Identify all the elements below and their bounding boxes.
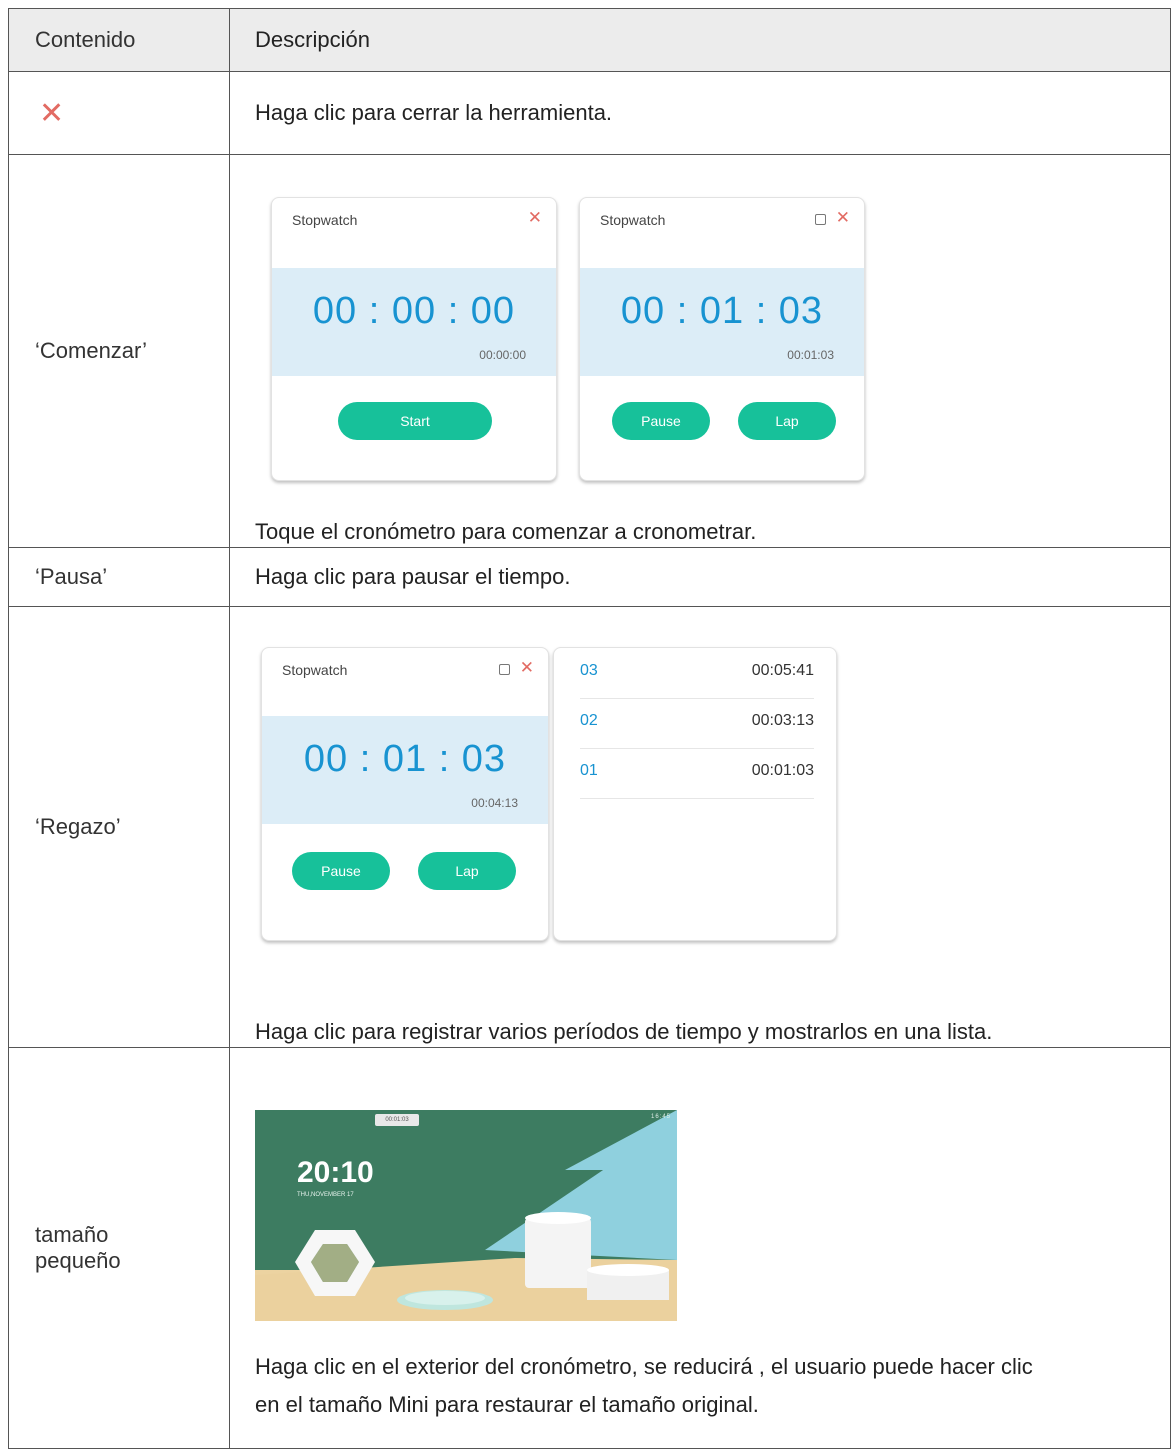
maximize-icon[interactable] (814, 213, 826, 225)
time-subdisplay: 00:00:00 (479, 348, 526, 362)
start-caption: Toque el cronómetro para comenzar a cron… (255, 519, 757, 544)
table-row: ‘Regazo’ Stopwatch ✕ 00 : 01 : 03 00:04:… (8, 606, 1171, 1048)
desktop-date: THU,NOVEMBER 17 (297, 1192, 354, 1198)
table-row: tamaño pequeño 00:01:03 16:45 20:10 THU,… (8, 1047, 1171, 1449)
lap-button[interactable]: Lap (738, 402, 836, 440)
mini-label: tamaño pequeño (8, 1047, 230, 1449)
mini-caption-line1: Haga clic en el exterior del cronómetro,… (255, 1354, 1033, 1379)
stopwatch-widget: Stopwatch ✕ 00 : 01 : 03 00:01:03 Pause … (579, 197, 865, 481)
lap-time: 00:03:13 (751, 712, 814, 729)
mini-caption-line2: en el tamaño Mini para restaurar el tama… (255, 1392, 759, 1417)
time-subdisplay: 00:01:03 (787, 348, 834, 362)
maximize-icon[interactable] (498, 663, 510, 675)
table-row: ‘Pausa’ Haga clic para pausar el tiempo. (8, 547, 1171, 607)
pause-button[interactable]: Pause (292, 852, 390, 890)
close-icon[interactable]: ✕ (836, 208, 850, 227)
lap-time: 00:01:03 (751, 762, 814, 779)
lap-time: 00:05:41 (751, 662, 814, 679)
table-header-row: Contenido Descripción (8, 8, 1171, 72)
time-display: 00 : 01 : 03 (303, 738, 507, 780)
content-table: Contenido Descripción ✕ Haga clic para c… (8, 8, 1171, 1449)
desktop-background (255, 1110, 677, 1321)
status-bar: 16:45 (650, 1114, 671, 1120)
pause-label: ‘Pausa’ (8, 547, 230, 607)
lap-label: ‘Regazo’ (8, 606, 230, 1048)
desktop-screenshot: 00:01:03 16:45 20:10 THU,NOVEMBER 17 (255, 1110, 677, 1321)
stopwatch-title: Stopwatch (600, 212, 666, 228)
time-subdisplay: 00:04:13 (471, 796, 518, 810)
time-display: 00 : 01 : 03 (620, 290, 824, 332)
start-cell: Stopwatch ✕ 00 : 00 : 00 00:00:00 Start … (229, 154, 1171, 548)
mini-label-line2: pequeño (35, 1248, 121, 1273)
list-item: 01 00:01:03 (580, 748, 814, 799)
stopwatch-widget: Stopwatch ✕ 00 : 01 : 03 00:04:13 Pause … (261, 647, 549, 941)
close-icon[interactable]: ✕ (520, 658, 534, 677)
mini-label-line1: tamaño (35, 1222, 109, 1247)
start-label: ‘Comenzar’ (8, 154, 230, 548)
table-row: ‘Comenzar’ Stopwatch ✕ 00 : 00 : 00 00:0… (8, 154, 1171, 548)
header-descripcion: Descripción (229, 8, 1171, 72)
stopwatch-widget: Stopwatch ✕ 00 : 00 : 00 00:00:00 Start (271, 197, 557, 481)
mini-caption: Haga clic en el exterior del cronómetro,… (255, 1348, 1033, 1424)
mini-stopwatch-badge[interactable]: 00:01:03 (375, 1114, 419, 1126)
stopwatch-title: Stopwatch (292, 212, 358, 228)
close-icon[interactable]: ✕ (528, 208, 542, 227)
start-button[interactable]: Start (338, 402, 492, 440)
header-contenido: Contenido (8, 8, 230, 72)
desktop-clock: 20:10 (297, 1156, 374, 1189)
pause-button[interactable]: Pause (612, 402, 710, 440)
table-row: ✕ Haga clic para cerrar la herramienta. (8, 71, 1171, 155)
pause-description: Haga clic para pausar el tiempo. (229, 547, 1171, 607)
close-description: Haga clic para cerrar la herramienta. (229, 71, 1171, 155)
list-item: 02 00:03:13 (580, 698, 814, 749)
lap-number: 03 (580, 662, 598, 679)
lap-button[interactable]: Lap (418, 852, 516, 890)
lap-list: 03 00:05:41 02 00:03:13 01 00:01:03 (553, 647, 837, 941)
stopwatch-title: Stopwatch (282, 662, 348, 678)
lap-number: 02 (580, 712, 598, 729)
lap-caption: Haga clic para registrar varios períodos… (255, 1019, 993, 1044)
lap-number: 01 (580, 762, 598, 779)
list-item: 03 00:05:41 (580, 648, 814, 699)
close-icon: ✕ (39, 96, 65, 130)
close-cell: ✕ (8, 71, 230, 155)
time-display: 00 : 00 : 00 (312, 290, 516, 332)
mini-cell: 00:01:03 16:45 20:10 THU,NOVEMBER 17 Hag… (229, 1047, 1171, 1449)
lap-cell: Stopwatch ✕ 00 : 01 : 03 00:04:13 Pause … (229, 606, 1171, 1048)
